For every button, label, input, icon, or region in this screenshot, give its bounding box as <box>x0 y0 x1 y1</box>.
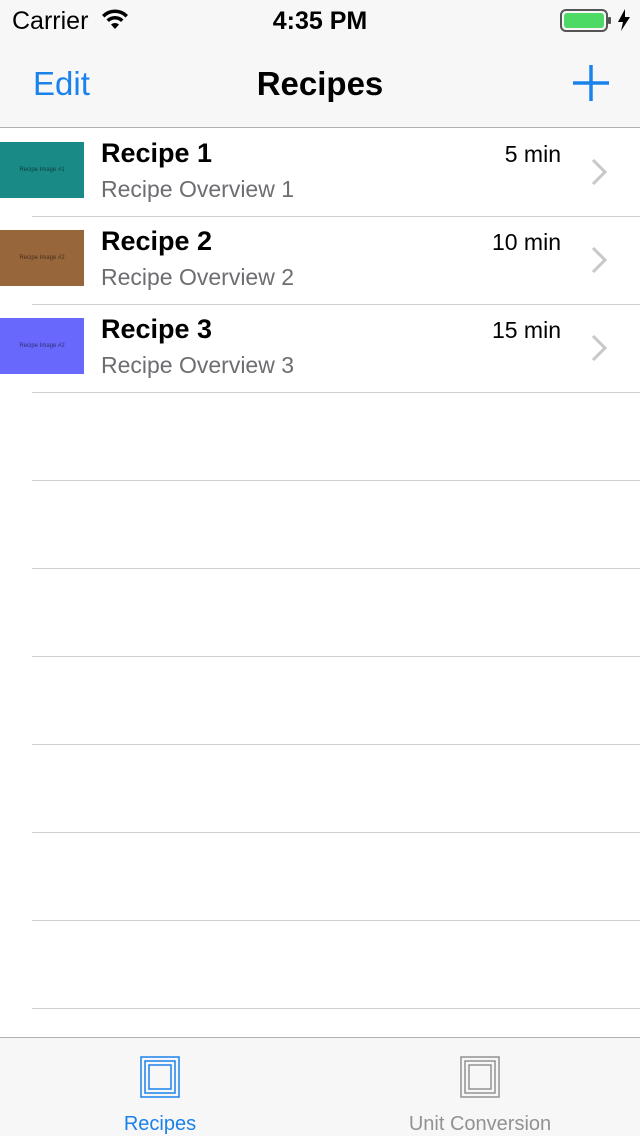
status-time: 4:35 PM <box>272 7 368 35</box>
recipe-duration: 5 min <box>504 141 561 167</box>
recipe-duration: 15 min <box>491 317 561 343</box>
recipe-row-2[interactable]: Recipe Image #2 Recipe 2 Recipe Overview… <box>0 217 640 305</box>
chevron-right-icon <box>590 245 608 280</box>
plus-icon <box>573 65 609 101</box>
recipes-tab-icon <box>140 1056 180 1103</box>
unit-conversion-tab-icon <box>460 1056 500 1103</box>
empty-row-divider <box>32 832 640 833</box>
empty-row-divider <box>32 656 640 657</box>
page-title: Recipes <box>256 65 384 102</box>
chevron-right-icon <box>590 157 608 192</box>
recipe-title: Recipe 2 <box>101 226 213 256</box>
recipe-image-label: Recipe Image #2 <box>19 343 65 349</box>
tab-unit-conversion[interactable]: Unit Conversion <box>320 1038 640 1136</box>
row-divider <box>32 392 640 393</box>
recipe-thumbnail: Recipe Image #2 <box>0 230 84 286</box>
tab-label: Recipes <box>123 1113 197 1135</box>
battery-icon <box>560 9 612 38</box>
recipe-thumbnail: Recipe Image #1 <box>0 142 84 198</box>
recipe-row-3[interactable]: Recipe Image #2 Recipe 3 Recipe Overview… <box>0 305 640 393</box>
recipe-image-label: Recipe Image #1 <box>19 167 65 173</box>
navigation-bar: Edit Recipes <box>0 40 640 128</box>
recipe-title: Recipe 3 <box>101 314 213 344</box>
recipe-image-label: Recipe Image #2 <box>19 255 65 261</box>
empty-row-divider <box>32 480 640 481</box>
tab-label: Unit Conversion <box>408 1113 552 1135</box>
empty-row-divider <box>32 744 640 745</box>
tab-bar: Recipes Unit Conversion <box>0 1037 640 1136</box>
add-recipe-button[interactable] <box>570 62 612 104</box>
recipe-overview: Recipe Overview 2 <box>101 264 295 290</box>
charging-bolt-icon <box>617 9 631 36</box>
recipe-thumbnail: Recipe Image #2 <box>0 318 84 374</box>
recipe-overview: Recipe Overview 1 <box>101 176 295 202</box>
recipe-title: Recipe 1 <box>101 138 213 168</box>
empty-row-divider <box>32 568 640 569</box>
recipe-duration: 10 min <box>491 229 561 255</box>
empty-row-divider <box>32 920 640 921</box>
empty-row-divider <box>32 1008 640 1009</box>
recipe-row-1[interactable]: Recipe Image #1 Recipe 1 Recipe Overview… <box>0 129 640 217</box>
recipe-table: Recipe Image #1 Recipe 1 Recipe Overview… <box>0 129 640 1037</box>
chevron-right-icon <box>590 333 608 368</box>
status-bar: Carrier 4:35 PM <box>0 0 640 40</box>
tab-recipes[interactable]: Recipes <box>0 1038 320 1136</box>
recipe-overview: Recipe Overview 3 <box>101 352 295 378</box>
